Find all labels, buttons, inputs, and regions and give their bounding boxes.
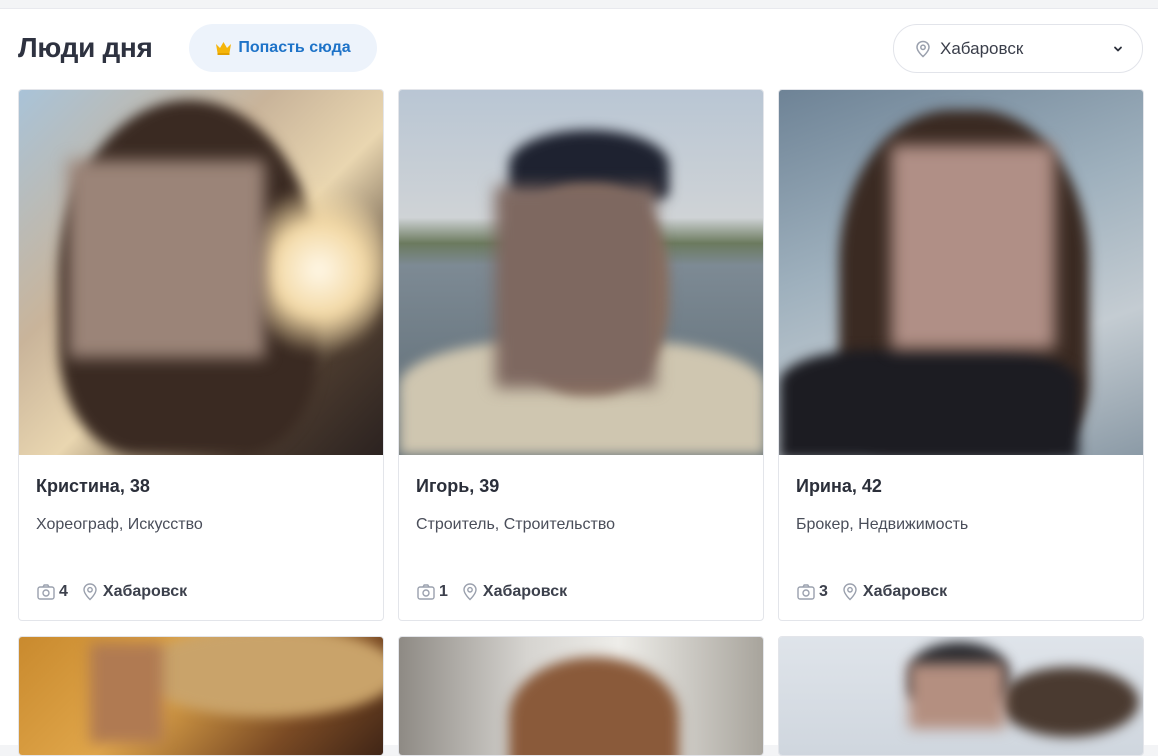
crown-icon — [215, 41, 232, 55]
camera-icon — [796, 582, 816, 602]
photo-count: 3 — [819, 583, 828, 600]
location-pin-icon — [460, 582, 480, 602]
profile-photo[interactable] — [399, 637, 763, 755]
profile-info: Ирина, 42 Брокер, Недвижимость 3 Хабаров… — [779, 455, 1143, 620]
blurred-face — [68, 160, 265, 358]
profile-photo[interactable] — [19, 90, 383, 455]
page-title: Люди дня — [18, 32, 153, 63]
profile-name[interactable]: Кристина, 38 — [36, 476, 150, 497]
profile-photo[interactable] — [19, 637, 383, 755]
profile-card[interactable] — [398, 636, 764, 756]
profile-photo[interactable] — [399, 90, 763, 455]
photo-count: 4 — [59, 583, 68, 600]
blurred-face — [90, 643, 163, 743]
profile-photo[interactable] — [779, 90, 1143, 455]
profile-occupation: Хореограф, Искусство — [36, 516, 203, 533]
blurred-face — [891, 145, 1055, 349]
get-featured-button[interactable]: Попасть сюда — [189, 24, 377, 72]
people-of-day-page: Люди дня Попасть сюда Хабаровск Кристина… — [0, 8, 1158, 756]
get-featured-label: Попасть сюда — [238, 39, 351, 56]
profile-info: Игорь, 39 Строитель, Строительство 1 Хаб… — [399, 455, 763, 620]
camera-icon — [416, 582, 436, 602]
profile-photo[interactable] — [779, 637, 1143, 755]
photo-count: 1 — [439, 583, 448, 600]
profile-occupation: Строитель, Строительство — [416, 516, 616, 533]
city-select[interactable]: Хабаровск — [893, 24, 1143, 73]
profile-name[interactable]: Ирина, 42 — [796, 476, 882, 497]
blurred-face — [909, 663, 1005, 729]
profile-card[interactable]: Ирина, 42 Брокер, Недвижимость 3 Хабаров… — [778, 89, 1144, 621]
profile-meta: 4 Хабаровск — [36, 582, 187, 602]
profile-city: Хабаровск — [102, 583, 188, 600]
profile-card[interactable] — [18, 636, 384, 756]
chevron-down-icon — [1112, 43, 1124, 55]
profile-meta: 1 Хабаровск — [416, 582, 567, 602]
location-pin-icon — [914, 40, 932, 58]
blurred-face — [495, 186, 656, 388]
profile-occupation: Брокер, Недвижимость — [796, 516, 969, 533]
camera-icon — [36, 582, 56, 602]
profile-card[interactable] — [778, 636, 1144, 756]
profile-info: Кристина, 38 Хореограф, Искусство 4 Хаба… — [19, 455, 383, 620]
profile-card[interactable]: Игорь, 39 Строитель, Строительство 1 Хаб… — [398, 89, 764, 621]
section-header: Люди дня Попасть сюда Хабаровск — [18, 24, 1143, 74]
location-pin-icon — [80, 582, 100, 602]
profile-meta: 3 Хабаровск — [796, 582, 947, 602]
profile-city: Хабаровск — [482, 583, 568, 600]
profile-card[interactable]: Кристина, 38 Хореограф, Искусство 4 Хаба… — [18, 89, 384, 621]
profile-city: Хабаровск — [862, 583, 948, 600]
location-pin-icon — [840, 582, 860, 602]
selected-city: Хабаровск — [940, 38, 1024, 58]
profile-name[interactable]: Игорь, 39 — [416, 476, 499, 497]
